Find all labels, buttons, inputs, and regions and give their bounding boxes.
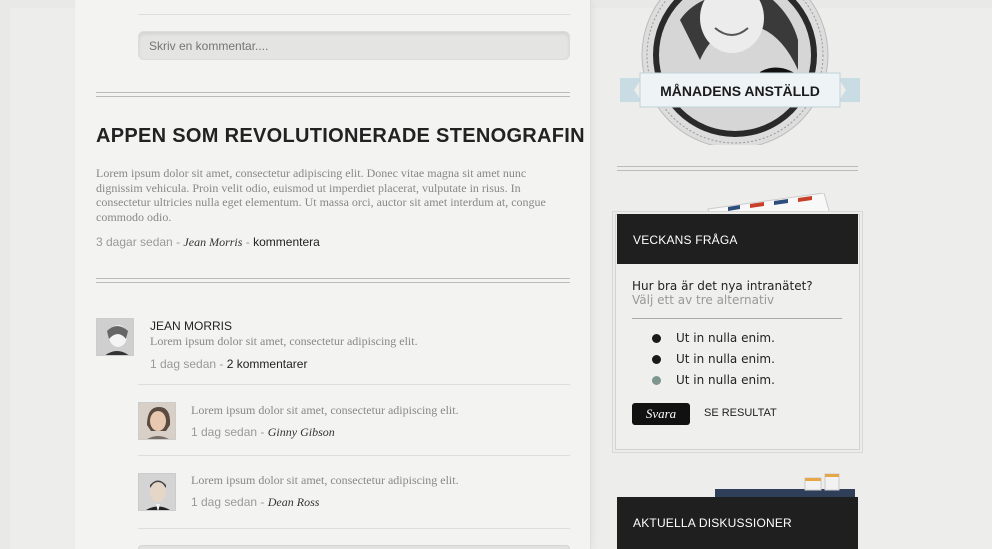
- divider: [138, 14, 570, 15]
- article-author[interactable]: Jean Morris: [183, 235, 242, 249]
- avatar[interactable]: [138, 402, 176, 440]
- comment-author[interactable]: Dean Ross: [268, 495, 320, 509]
- meta-separator: -: [245, 235, 250, 249]
- envelope-decoration: [700, 192, 831, 215]
- meta-separator: -: [176, 235, 181, 249]
- section-divider: [617, 166, 858, 171]
- radio-dot-selected-icon[interactable]: [652, 376, 661, 385]
- vote-button[interactable]: Svara: [632, 403, 690, 425]
- comment-meta: 1 dag sedan - Ginny Gibson: [191, 425, 335, 440]
- comment-meta: 1 dag sedan - Dean Ross: [191, 495, 319, 510]
- meta-separator: -: [260, 495, 265, 509]
- meta-separator: -: [219, 357, 224, 371]
- comment-time: 1 dag sedan: [191, 495, 258, 509]
- comment-author[interactable]: Ginny Gibson: [268, 425, 335, 439]
- divider: [632, 318, 842, 319]
- comment-text: Lorem ipsum dolor sit amet, consectetur …: [150, 334, 418, 348]
- radio-dot-icon[interactable]: [652, 355, 661, 364]
- comment-input[interactable]: [138, 31, 570, 60]
- poll-option-label: Ut in nulla enim.: [676, 373, 775, 387]
- see-results-link[interactable]: SE RESULTAT: [704, 407, 777, 419]
- radio-dot-icon[interactable]: [652, 334, 661, 343]
- poll-option-label: Ut in nulla enim.: [676, 331, 775, 345]
- meta-separator: -: [260, 425, 265, 439]
- divider: [138, 455, 570, 456]
- comment-text: Lorem ipsum dolor sit amet, consectetur …: [191, 473, 459, 487]
- poll-question: Hur bra är det nya intranätet?: [632, 279, 813, 293]
- comment-input[interactable]: [138, 545, 570, 549]
- poll-option-label: Ut in nulla enim.: [676, 352, 775, 366]
- section-divider: [96, 92, 570, 97]
- comment-text: Lorem ipsum dolor sit amet, consectetur …: [191, 403, 459, 417]
- avatar[interactable]: [96, 318, 134, 356]
- article-meta: 3 dagar sedan - Jean Morris - kommentera: [96, 235, 320, 250]
- comment-time: 1 dag sedan: [191, 425, 258, 439]
- poll-option[interactable]: Ut in nulla enim.: [652, 373, 775, 387]
- comment-meta: 1 dag sedan - 2 kommentarer: [150, 357, 307, 371]
- employee-of-month-label: MÅNADENS ANSTÄLLD: [660, 83, 820, 99]
- comment-link[interactable]: kommentera: [253, 235, 320, 249]
- avatar[interactable]: [138, 473, 176, 511]
- article-time: 3 dagar sedan: [96, 235, 173, 249]
- poll-hint: Välj ett av tre alternativ: [632, 293, 775, 307]
- poll-option[interactable]: Ut in nulla enim.: [652, 331, 775, 345]
- divider: [138, 384, 570, 385]
- comment-time: 1 dag sedan: [150, 357, 217, 371]
- comment-count-link[interactable]: 2 kommentarer: [227, 357, 308, 371]
- main-column: [75, 0, 590, 549]
- discussions-header: AKTUELLA DISKUSSIONER: [617, 497, 858, 549]
- employee-of-month-badge[interactable]: MÅNADENS ANSTÄLLD: [620, 0, 860, 149]
- poll-header: VECKANS FRÅGA: [617, 214, 858, 264]
- article-body: Lorem ipsum dolor sit amet, consectetur …: [96, 166, 546, 224]
- divider: [138, 528, 570, 529]
- poll-option[interactable]: Ut in nulla enim.: [652, 352, 775, 366]
- section-divider: [96, 278, 570, 283]
- discussion-decoration: [715, 470, 855, 498]
- article-title[interactable]: APPEN SOM REVOLUTIONERADE STENOGRAFIN: [96, 125, 585, 148]
- comment-author-name[interactable]: JEAN MORRIS: [150, 319, 232, 333]
